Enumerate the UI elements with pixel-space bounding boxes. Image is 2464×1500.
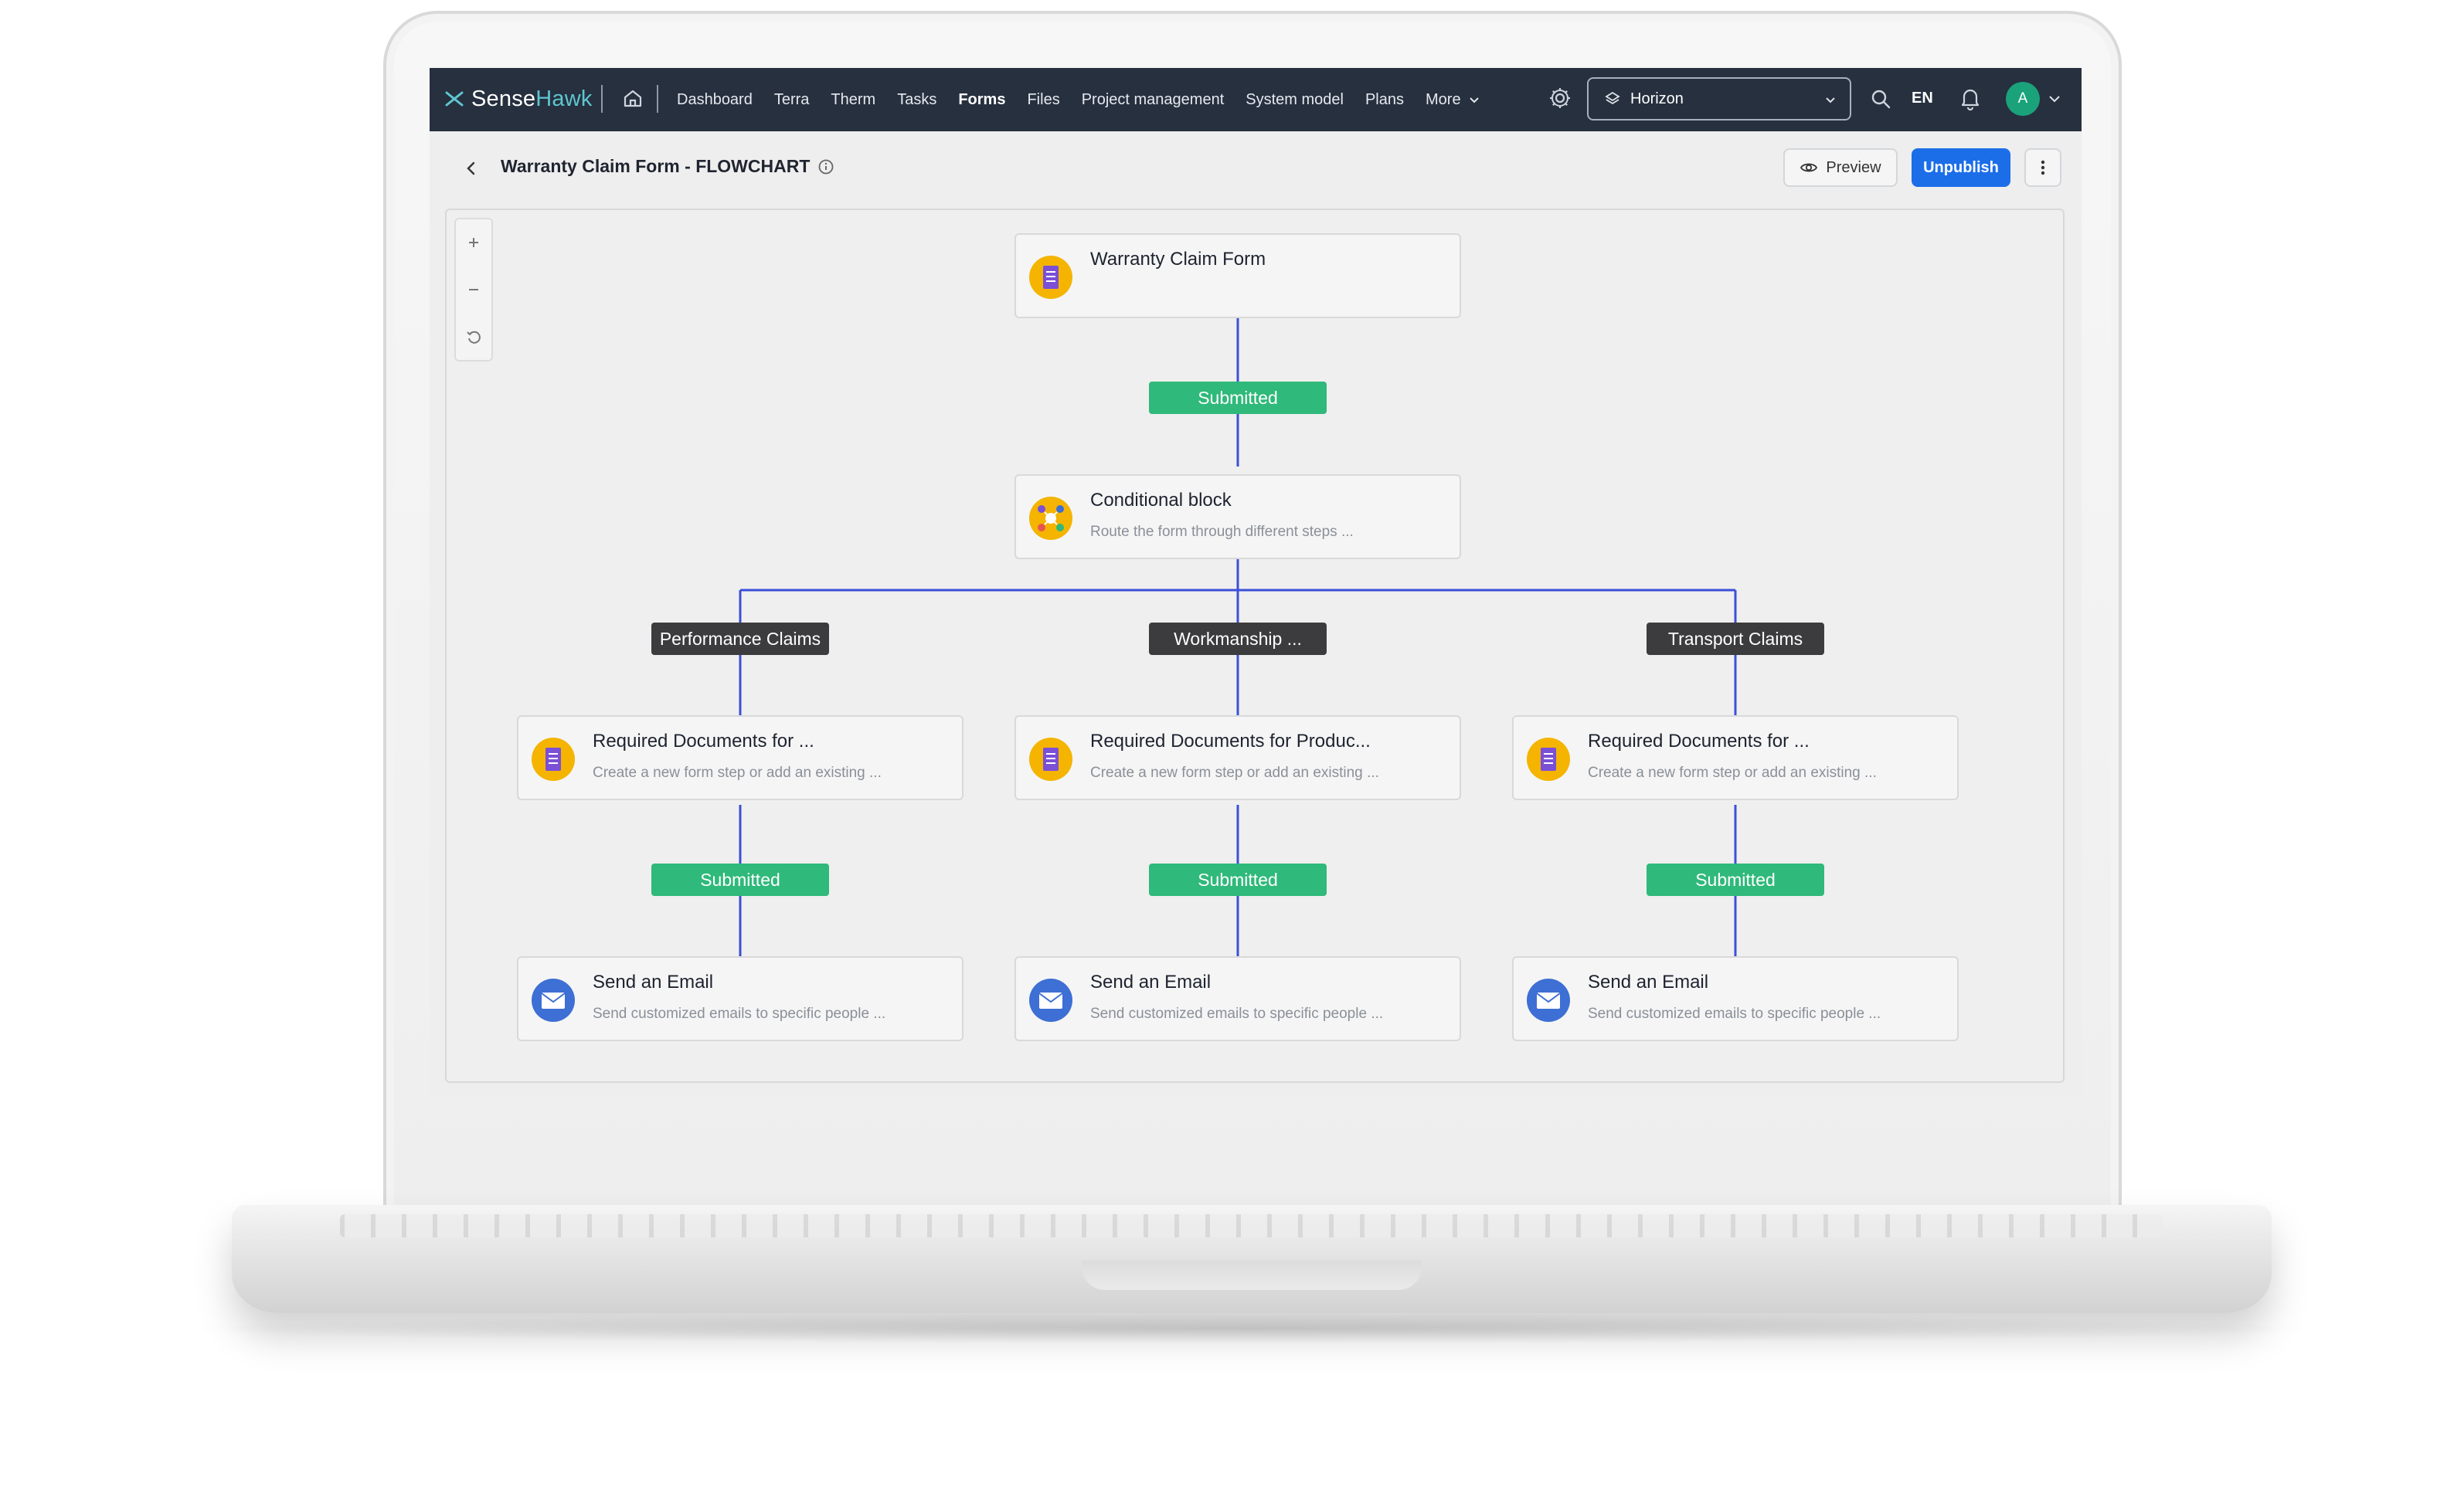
flow-node-send-email-performance[interactable]: Send an Email Send customized emails to … (517, 956, 964, 1041)
flow-node-start[interactable]: Warranty Claim Form (1014, 233, 1461, 318)
brand-logo[interactable]: SenseHawk (444, 82, 593, 116)
kebab-menu-icon (2041, 160, 2045, 175)
gear-icon[interactable] (1547, 85, 1573, 111)
bell-icon[interactable] (1958, 85, 1983, 111)
branch-label-transport[interactable]: Transport Claims (1647, 623, 1824, 655)
status-submitted: Submitted (1149, 864, 1327, 896)
node-title: Required Documents for Produc... (1090, 731, 1371, 752)
nav-item-system-model[interactable]: System model (1246, 91, 1344, 109)
form-icon (532, 738, 575, 781)
nav-item-therm[interactable]: Therm (831, 91, 875, 109)
node-title: Send an Email (593, 972, 714, 993)
branch-label-workmanship[interactable]: Workmanship ... (1149, 623, 1327, 655)
preview-label: Preview (1826, 158, 1881, 176)
node-description: Send customized emails to specific peopl… (1090, 1006, 1384, 1022)
flowchart-canvas[interactable]: Warranty Claim Form Submitted Conditiona… (445, 209, 2065, 1083)
nav-separator (657, 85, 658, 113)
top-navbar: SenseHawk Dashboard Terra Therm Tasks Fo… (430, 68, 2082, 131)
branch-label-performance[interactable]: Performance Claims (651, 623, 829, 655)
project-select[interactable]: Horizon (1587, 77, 1851, 120)
flow-node-required-docs-transport[interactable]: Required Documents for ... Create a new … (1512, 715, 1959, 800)
preview-button[interactable]: Preview (1783, 148, 1898, 187)
logo-mark-icon (445, 91, 464, 107)
node-description: Create a new form step or add an existin… (1588, 765, 1877, 781)
node-description: Route the form through different steps .… (1090, 524, 1354, 540)
node-title: Required Documents for ... (593, 731, 814, 752)
node-title: Send an Email (1588, 972, 1709, 993)
search-icon[interactable] (1868, 87, 1893, 111)
node-description: Send customized emails to specific peopl… (1588, 1006, 1881, 1022)
chevron-down-icon (1469, 97, 1479, 104)
status-submitted: Submitted (1647, 864, 1824, 896)
nav-item-plans[interactable]: Plans (1365, 91, 1404, 109)
home-icon[interactable] (621, 87, 644, 110)
node-title: Required Documents for ... (1588, 731, 1810, 752)
nav-more-label: More (1426, 90, 1461, 108)
email-icon (1527, 979, 1570, 1022)
chevron-down-icon (1826, 97, 1835, 104)
project-select-value: Horizon (1630, 90, 1684, 107)
nav-item-terra[interactable]: Terra (774, 91, 810, 109)
node-title: Send an Email (1090, 972, 1212, 993)
node-title: Warranty Claim Form (1090, 249, 1266, 270)
info-icon[interactable] (817, 158, 834, 175)
nav-separator (601, 85, 603, 113)
nav-links: Dashboard Terra Therm Tasks Forms Files … (677, 68, 1481, 131)
nav-item-dashboard[interactable]: Dashboard (677, 91, 753, 109)
flow-node-required-docs-workmanship[interactable]: Required Documents for Produc... Create … (1014, 715, 1461, 800)
form-icon (1527, 738, 1570, 781)
brand-name: SenseHawk (471, 86, 593, 111)
form-icon (1029, 738, 1072, 781)
nav-item-tasks[interactable]: Tasks (897, 91, 936, 109)
status-submitted: Submitted (651, 864, 829, 896)
layers-icon (1605, 91, 1620, 105)
flow-node-send-email-workmanship[interactable]: Send an Email Send customized emails to … (1014, 956, 1461, 1041)
nav-item-files[interactable]: Files (1027, 91, 1059, 109)
nav-item-project-management[interactable]: Project management (1082, 91, 1225, 109)
keyboard-strip (340, 1214, 2163, 1237)
email-icon (1029, 979, 1072, 1022)
node-description: Create a new form step or add an existin… (1090, 765, 1379, 781)
node-description: Send customized emails to specific peopl… (593, 1006, 886, 1022)
node-title: Conditional block (1090, 490, 1232, 511)
conditional-icon (1029, 497, 1072, 540)
flow-node-conditional[interactable]: Conditional block Route the form through… (1014, 474, 1461, 559)
eye-icon (1800, 163, 1818, 172)
nav-item-forms[interactable]: Forms (958, 91, 1005, 109)
more-options-button[interactable] (2024, 148, 2061, 187)
email-icon (532, 979, 575, 1022)
laptop-notch (1082, 1261, 1422, 1290)
chevron-down-icon[interactable] (2048, 93, 2061, 105)
node-description: Create a new form step or add an existin… (593, 765, 882, 781)
floor-shadow (170, 1313, 2333, 1344)
flow-node-required-docs-performance[interactable]: Required Documents for ... Create a new … (517, 715, 964, 800)
form-icon (1029, 256, 1072, 299)
language-switcher[interactable]: EN (1912, 90, 1933, 107)
status-submitted: Submitted (1149, 382, 1327, 414)
user-avatar[interactable]: A (2006, 82, 2040, 116)
page-title-text: Warranty Claim Form - FLOWCHART (501, 156, 811, 176)
flow-node-send-email-transport[interactable]: Send an Email Send customized emails to … (1512, 956, 1959, 1041)
unpublish-button[interactable]: Unpublish (1912, 148, 2010, 187)
page-title: Warranty Claim Form - FLOWCHART (501, 156, 834, 177)
nav-more-menu[interactable]: More (1426, 91, 1481, 109)
back-arrow-icon[interactable] (462, 159, 481, 178)
app-screen: SenseHawk Dashboard Terra Therm Tasks Fo… (430, 68, 2082, 1095)
